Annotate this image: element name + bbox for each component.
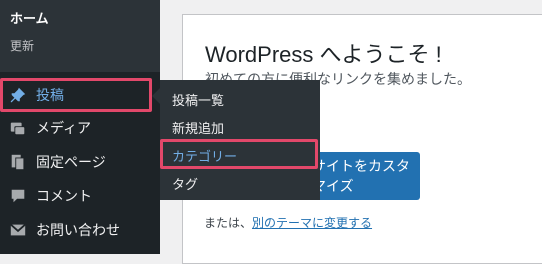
- change-theme-link[interactable]: 別のテーマに変更する: [252, 216, 372, 230]
- change-theme-text: または、別のテーマに変更する: [204, 214, 372, 231]
- page-icon: [8, 152, 28, 172]
- sidebar-item-label: お問い合わせ: [36, 223, 120, 239]
- dashboard-submenu: ホーム 更新: [0, 0, 160, 72]
- flyout-item-add-new[interactable]: 新規追加: [172, 118, 224, 137]
- sidebar-item-contact[interactable]: お問い合わせ: [0, 213, 160, 247]
- welcome-title: WordPress へようこそ !: [205, 42, 442, 67]
- sidebar-item-label: 固定ページ: [36, 155, 106, 171]
- flyout-item-all-posts[interactable]: 投稿一覧: [172, 90, 224, 109]
- flyout-arrow: [152, 88, 160, 104]
- sidebar-item-pages[interactable]: 固定ページ: [0, 145, 160, 179]
- sidebar-item-label: メディア: [36, 121, 92, 137]
- sidebar-item-update[interactable]: 更新: [10, 37, 34, 54]
- comment-icon: [8, 186, 28, 206]
- sidebar-item-label: コメント: [36, 189, 92, 205]
- categories-highlight-box: [160, 139, 318, 169]
- mail-icon: [8, 220, 28, 240]
- sidebar-item-home[interactable]: ホーム: [10, 8, 49, 27]
- posts-highlight-box: [0, 78, 152, 112]
- sidebar-item-comments[interactable]: コメント: [0, 179, 160, 213]
- flyout-item-tags[interactable]: タグ: [172, 174, 198, 193]
- admin-sidebar: ホーム 更新 投稿 メディア 固定ページ コメント お問い合わせ: [0, 0, 160, 254]
- media-icon: [8, 118, 28, 138]
- sidebar-item-media[interactable]: メディア: [0, 111, 160, 145]
- or-label: または、: [204, 216, 253, 230]
